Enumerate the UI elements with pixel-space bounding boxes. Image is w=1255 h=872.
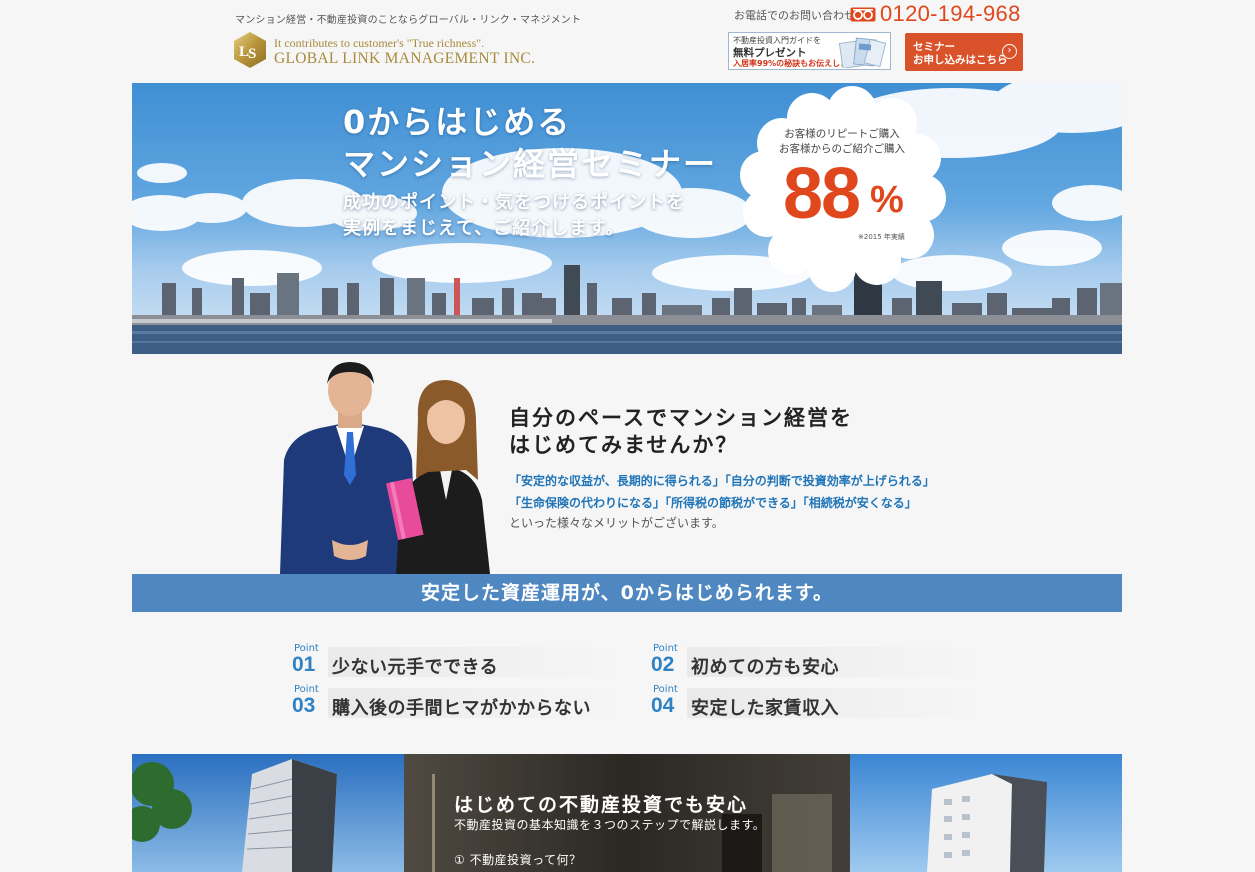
free-guide-banner[interactable]: 不動産投資入門ガイドを 無料プレゼント 入居率99%の秘訣もお伝えします	[728, 32, 891, 70]
point-number: 01	[292, 653, 316, 676]
point-text: 安定した家賃収入	[691, 698, 839, 719]
intro-merits: 「安定的な収益が、長期的に得られる」「自分の判断で投資効率が上げられる」 「生命…	[509, 470, 935, 514]
chevron-right-icon: ›	[1002, 44, 1017, 59]
staff-photo	[280, 362, 490, 574]
hero-banner: 0からはじめる マンション経営セミナー 成功のポイント・気をつけるポイントを 実…	[132, 83, 1122, 354]
freedial-icon	[850, 7, 876, 22]
seminar-button-line2: お申し込みはこちら	[913, 54, 1008, 66]
logo[interactable]: L S It contributes to customer's "True r…	[233, 29, 535, 71]
beginner-guide-subtitle: 不動産投資の基本知識を３つのステップで解説します。	[454, 818, 766, 832]
svg-text:S: S	[248, 46, 256, 62]
hero-title-line2: マンション経営セミナー	[343, 145, 718, 183]
repeat-rate-value: 88	[783, 154, 861, 234]
logo-slogan: It contributes to customer's "True richn…	[274, 36, 485, 50]
repeat-rate-note: ※2015 年実績	[858, 233, 905, 241]
intro-heading-line1: 自分のペースでマンション経営を	[509, 406, 853, 430]
point-01: Point 01 少ない元手でできる	[292, 643, 628, 679]
page: マンション経営・不動産投資のことならグローバル・リンク・マネジメント L S I…	[132, 0, 1122, 872]
header-tagline: マンション経営・不動産投資のことならグローバル・リンク・マネジメント	[235, 15, 582, 26]
point-04: Point 04 安定した家賃収入	[651, 684, 987, 720]
phone-label: お電話でのお問い合わせ	[734, 9, 855, 22]
repeat-rate-unit: %	[870, 179, 904, 221]
point-text: 少ない元手でできる	[332, 657, 499, 678]
badge-line1: お客様のリピートご購入	[784, 128, 900, 140]
point-number: 02	[651, 653, 675, 676]
hero-subtitle: 成功のポイント・気をつけるポイントを 実例をまじえて、ご紹介します。	[343, 190, 685, 242]
seminar-apply-button[interactable]: セミナー お申し込みはこちら ›	[905, 33, 1023, 71]
hero-subtitle-line1: 成功のポイント・気をつけるポイントを	[343, 192, 685, 213]
point-02: Point 02 初めての方も安心	[651, 643, 987, 679]
section-band: 安定した資産運用が、0からはじめられます。	[132, 574, 1122, 612]
guide-step-1-link[interactable]: ① 不動産投資って何？	[454, 851, 581, 868]
intro-heading-line2: はじめてみませんか？	[509, 433, 739, 457]
intro-merits-line1: 「安定的な収益が、長期的に得られる」「自分の判断で投資効率が上げられる」	[509, 474, 935, 488]
point-number: 03	[292, 694, 316, 717]
point-number: 04	[651, 694, 675, 717]
logo-mark-icon: L S	[234, 32, 266, 68]
intro-heading: 自分のペースでマンション経営を はじめてみませんか？	[509, 405, 853, 459]
guide-books-image	[838, 37, 887, 68]
logo-company-name: GLOBAL LINK MANAGEMENT INC.	[274, 50, 536, 67]
phone-number[interactable]: 0120-194-968	[880, 1, 1021, 27]
hero-subtitle-line2: 実例をまじえて、ご紹介します。	[343, 218, 625, 239]
intro-tail: といった様々なメリットがございます。	[509, 516, 724, 530]
intro-merits-line2: 「生命保険の代わりになる」「所得税の節税ができる」「相続税が安くなる」	[509, 496, 917, 510]
point-text: 購入後の手間ヒマがかからない	[332, 698, 591, 719]
point-03: Point 03 購入後の手間ヒマがかからない	[292, 684, 628, 720]
beginner-guide-banner[interactable]: はじめての不動産投資でも安心 不動産投資の基本知識を３つのステップで解説します。…	[132, 754, 1122, 872]
point-text: 初めての方も安心	[691, 657, 839, 678]
hero-title-line1: 0からはじめる	[343, 103, 572, 141]
beginner-guide-title: はじめての不動産投資でも安心	[454, 794, 749, 816]
hero-title: 0からはじめる マンション経営セミナー	[343, 101, 717, 185]
